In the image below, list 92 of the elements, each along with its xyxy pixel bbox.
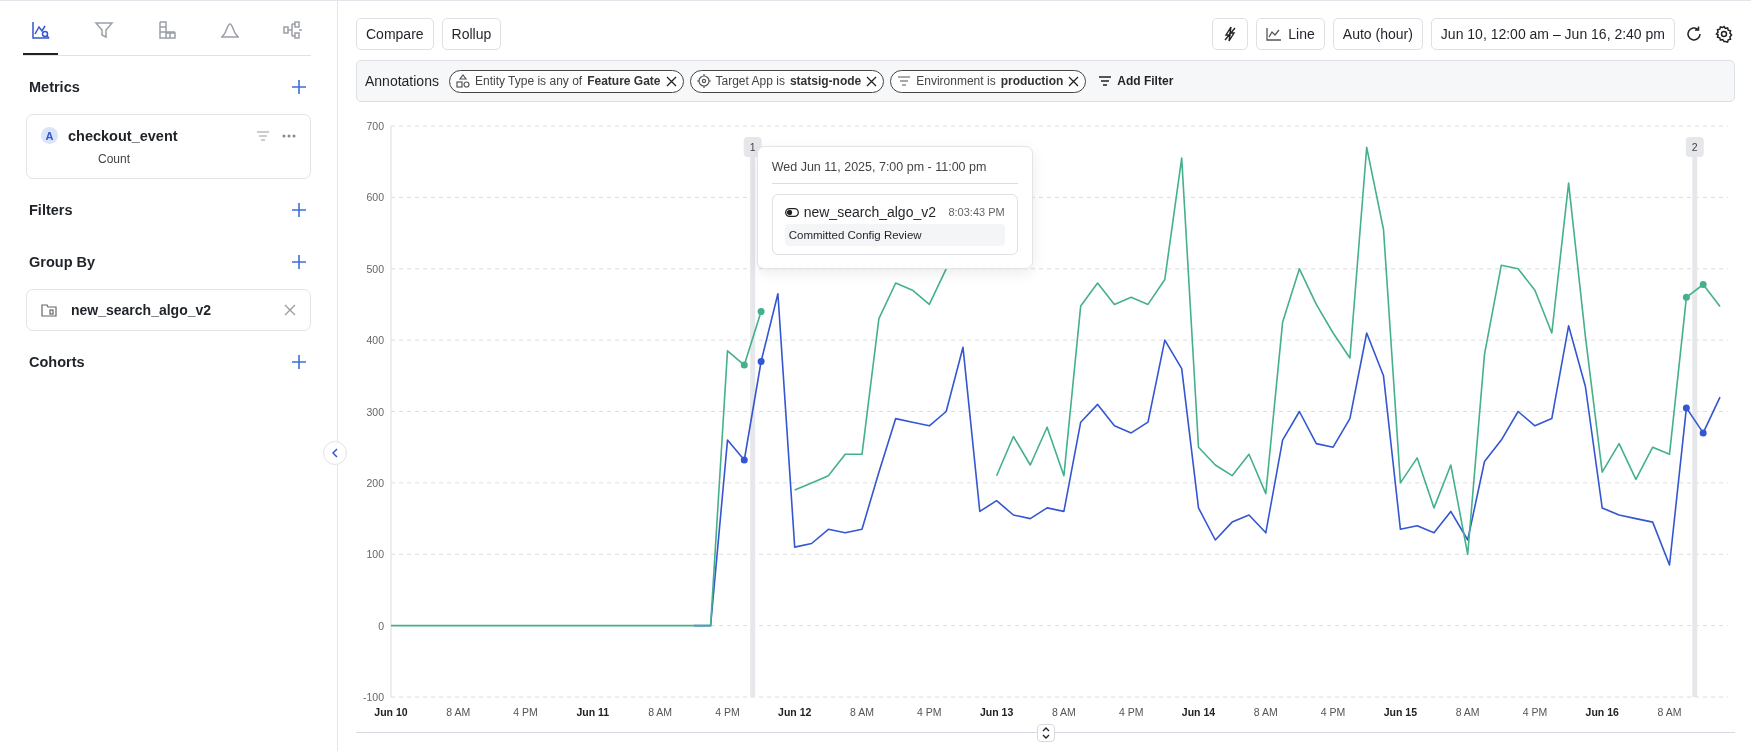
section-title: Filters: [29, 202, 73, 218]
filter-chip[interactable]: Target App is statsig-node: [689, 69, 885, 93]
section-title: Cohorts: [29, 354, 85, 370]
event-name: new_search_algo_v2: [803, 204, 937, 220]
y-axis-label: 600: [366, 191, 384, 204]
data-point: [757, 358, 765, 366]
add-icon[interactable]: [291, 202, 307, 218]
tooltip-header: Wed Jun 11, 2025, 7:00 pm - 11:00 pm: [771, 160, 1018, 184]
metric-badge: A: [41, 127, 58, 144]
flow-icon: [283, 20, 304, 40]
toolbar-button[interactable]: Rollup: [441, 18, 502, 50]
bell-curve-icon: [220, 20, 241, 40]
x-axis-label: Jun 16: [1585, 706, 1619, 718]
x-axis-label: 8 AM: [1455, 706, 1480, 718]
funnel-icon: [93, 20, 114, 40]
close-icon: [866, 75, 878, 87]
y-axis-label: 100: [366, 548, 384, 561]
add-icon[interactable]: [291, 254, 307, 270]
toolbar-button[interactable]: Compare: [356, 18, 434, 50]
add-icon[interactable]: [291, 79, 307, 95]
x-axis-label: 8 AM: [850, 706, 874, 718]
annotation-toggle-button[interactable]: [1212, 18, 1249, 50]
close-icon[interactable]: [284, 304, 296, 316]
line-chart-icon: [1266, 27, 1283, 41]
data-point: [740, 361, 748, 369]
x-axis-label: Jun 12: [778, 706, 812, 718]
add-filter-button[interactable]: Add Filter: [1092, 73, 1180, 89]
metric-name: checkout_event: [68, 127, 179, 144]
more-icon[interactable]: [282, 133, 296, 138]
chevron-left-icon[interactable]: [331, 448, 339, 458]
group-by-card[interactable]: new_search_algo_v2: [26, 289, 311, 331]
settings-icon[interactable]: [1713, 25, 1735, 43]
up-down-chevron-icon[interactable]: [1040, 727, 1051, 739]
annotation-marker[interactable]: 1: [743, 137, 762, 157]
y-axis-label: 200: [366, 476, 384, 489]
shapes-icon: [455, 74, 470, 88]
data-point: [757, 308, 765, 316]
collapse-sidebar-button[interactable]: [323, 441, 347, 465]
x-axis-label: 4 PM: [513, 706, 538, 718]
x-axis-label: Jun 15: [1383, 706, 1417, 718]
chart-type-button[interactable]: Line: [1256, 18, 1325, 50]
close-icon: [665, 75, 677, 87]
x-axis-label: 4 PM: [917, 706, 942, 718]
granularity-button[interactable]: Auto (hour): [1332, 18, 1423, 50]
resize-handle[interactable]: [1036, 724, 1055, 742]
filter-chip[interactable]: Entity Type is any of Feature Gate: [448, 69, 684, 93]
filter-chip[interactable]: Environment is production: [890, 69, 1087, 93]
toggle-icon: [784, 207, 799, 217]
metric-card[interactable]: A checkout_event Count: [26, 114, 311, 179]
annotation-marker[interactable]: 2: [1685, 137, 1704, 157]
aggregation-label: Count: [97, 151, 132, 166]
x-axis-label: 4 PM: [1522, 706, 1548, 718]
y-axis-label: 300: [366, 405, 384, 418]
y-axis-label: -100: [363, 691, 384, 703]
y-axis-label: 700: [366, 120, 384, 132]
x-axis-label: 4 PM: [1320, 706, 1346, 718]
x-axis-label: Jun 13: [980, 706, 1014, 718]
data-point: [1699, 280, 1707, 288]
date-range-button[interactable]: Jun 10, 12:00 am – Jun 16, 2:40 pm: [1430, 18, 1675, 50]
add-icon[interactable]: [291, 354, 307, 370]
x-axis-label: 4 PM: [715, 706, 740, 718]
y-axis-label: 400: [366, 334, 384, 347]
x-axis-label: 8 AM: [1253, 706, 1278, 718]
annotation: 1: [749, 141, 756, 153]
filter-icon: [897, 74, 912, 88]
chart-search-icon: [30, 20, 51, 40]
event-description: Committed Config Review: [784, 224, 1005, 246]
x-axis-label: 8 AM: [1657, 706, 1682, 718]
folder-icon: [41, 303, 57, 317]
annotation: 2: [1691, 141, 1698, 153]
x-axis-label: 8 AM: [1051, 706, 1076, 718]
grid-icon: [157, 20, 177, 40]
y-axis-label: 0: [378, 619, 384, 632]
target-icon: [696, 74, 711, 88]
event-time: 8:03:43 PM: [948, 206, 1005, 218]
y-axis-label: 500: [366, 262, 384, 275]
section-title: Metrics: [29, 79, 80, 95]
data-point: [1682, 404, 1690, 412]
x-axis-label: Jun 11: [576, 706, 610, 718]
section-title: Group By: [29, 254, 96, 270]
data-point: [1699, 429, 1707, 437]
data-point: [740, 456, 748, 464]
filter-icon: [1098, 75, 1113, 87]
x-axis-label: 8 AM: [446, 706, 471, 718]
data-point: [1682, 293, 1690, 301]
annotations-label: Annotations: [365, 73, 439, 89]
x-axis-label: Jun 14: [1181, 706, 1216, 718]
x-axis-label: 8 AM: [648, 706, 673, 718]
x-axis-label: Jun 10: [374, 706, 408, 718]
close-icon: [1068, 75, 1080, 87]
x-axis-label: 4 PM: [1118, 706, 1144, 718]
group-by-name: new_search_algo_v2: [71, 302, 213, 318]
